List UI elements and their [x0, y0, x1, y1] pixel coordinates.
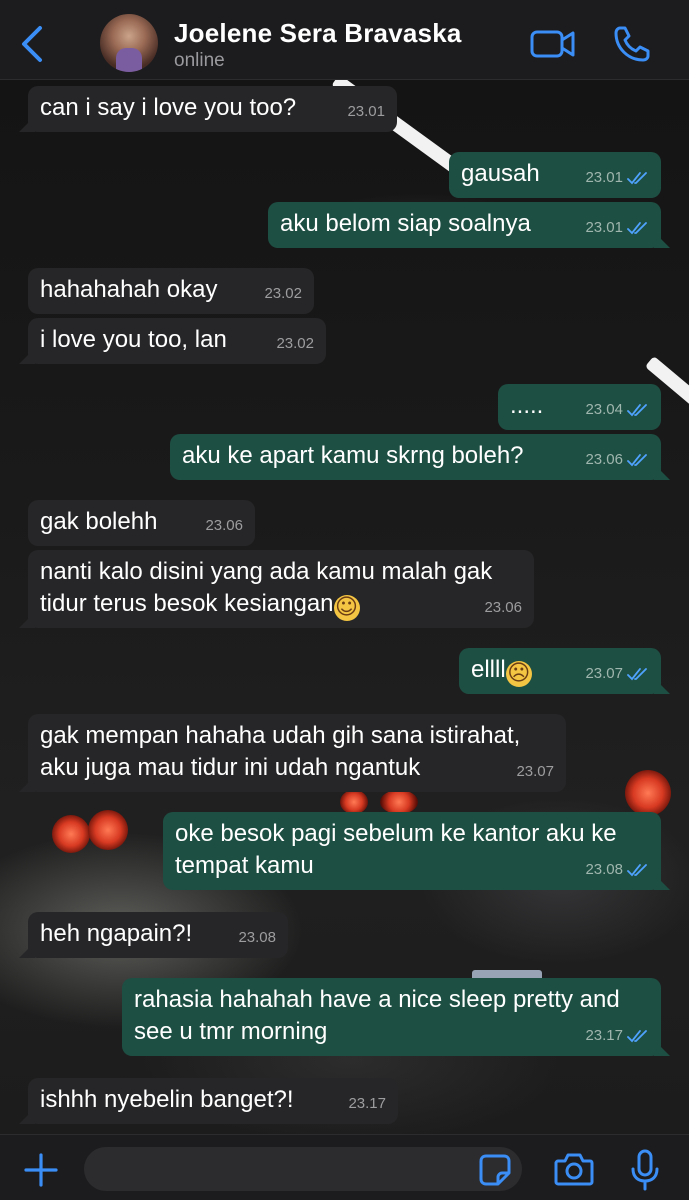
contact-status: online: [174, 50, 225, 71]
message-meta: 23.17: [585, 1020, 649, 1052]
message-meta: 23.04: [585, 394, 649, 426]
message-meta: 23.01: [585, 162, 649, 194]
double-check-icon: [627, 454, 647, 467]
message-meta: 23.17: [348, 1088, 386, 1120]
message-bubble-incoming[interactable]: gak bolehh 23.06: [28, 500, 255, 546]
message-time: 23.07: [516, 763, 554, 780]
message-text: can i say i love you too?: [40, 94, 297, 121]
message-bubble-incoming[interactable]: hahahahah okay 23.02: [28, 268, 314, 314]
back-chevron-icon[interactable]: [16, 24, 50, 64]
message-time: 23.06: [484, 599, 522, 616]
double-check-icon: [627, 222, 647, 235]
message-bubble-incoming[interactable]: heh ngapain?! 23.08: [28, 912, 288, 958]
message-bubble-outgoing[interactable]: ..... 23.04: [498, 384, 661, 430]
double-check-icon: [627, 1030, 647, 1043]
message-meta: 23.06: [484, 592, 522, 624]
phone-call-icon[interactable]: [612, 24, 652, 64]
message-text: hahahahah okay: [40, 276, 218, 303]
message-time: 23.06: [205, 517, 243, 534]
frowning-face-emoji: ☹: [505, 661, 532, 687]
message-bubble-outgoing[interactable]: rahasia hahahah have a nice sleep pretty…: [122, 978, 661, 1056]
message-time: 23.02: [264, 285, 302, 302]
message-meta: 23.01: [585, 212, 649, 244]
message-meta: 23.02: [264, 278, 302, 310]
message-meta: 23.01: [347, 96, 385, 128]
message-text: aku ke apart kamu skrng boleh?: [182, 442, 524, 469]
microphone-icon[interactable]: [630, 1149, 660, 1191]
message-time: 23.08: [238, 929, 276, 946]
message-meta: 23.06: [585, 444, 649, 476]
message-input[interactable]: [84, 1147, 522, 1191]
message-bubble-outgoing[interactable]: ellll☹ 23.07: [459, 648, 661, 694]
message-text: nanti kalo disini yang ada kamu malah ga…: [40, 558, 493, 621]
contact-name[interactable]: Joelene Sera Bravaska: [174, 18, 462, 49]
double-check-icon: [627, 668, 647, 681]
message-bubble-incoming[interactable]: i love you too, lan 23.02: [28, 318, 326, 364]
sticker-icon[interactable]: [478, 1153, 512, 1187]
message-meta: 23.07: [585, 658, 649, 690]
message-meta: 23.07: [516, 756, 554, 788]
message-time: 23.01: [585, 219, 623, 236]
double-check-icon: [627, 172, 647, 185]
message-bubble-outgoing[interactable]: aku belom siap soalnya 23.01: [268, 202, 661, 248]
composer-bar: [0, 1134, 689, 1200]
video-call-icon[interactable]: [530, 26, 576, 62]
message-time: 23.17: [348, 1095, 386, 1112]
message-meta: 23.08: [238, 922, 276, 954]
message-text: oke besok pagi sebelum ke kantor aku ke …: [175, 820, 617, 879]
smiling-face-emoji: ☺: [333, 595, 360, 621]
message-time: 23.06: [585, 451, 623, 468]
message-time: 23.07: [585, 665, 623, 682]
message-bubble-incoming[interactable]: nanti kalo disini yang ada kamu malah ga…: [28, 550, 534, 628]
message-text: ishhh nyebelin banget?!: [40, 1086, 294, 1113]
message-list[interactable]: can i say i love you too? 23.01 gausah 2…: [0, 80, 689, 1134]
message-text: i love you too, lan: [40, 326, 227, 353]
message-time: 23.01: [585, 169, 623, 186]
message-time: 23.17: [585, 1027, 623, 1044]
message-bubble-incoming[interactable]: gak mempan hahaha udah gih sana istiraha…: [28, 714, 566, 792]
message-time: 23.01: [347, 103, 385, 120]
message-time: 23.08: [585, 861, 623, 878]
message-bubble-outgoing[interactable]: gausah 23.01: [449, 152, 661, 198]
plus-icon[interactable]: [22, 1151, 60, 1189]
message-meta: 23.08: [585, 854, 649, 886]
message-bubble-outgoing[interactable]: oke besok pagi sebelum ke kantor aku ke …: [163, 812, 661, 890]
camera-icon[interactable]: [554, 1151, 594, 1187]
message-time: 23.04: [585, 401, 623, 418]
message-text: rahasia hahahah have a nice sleep pretty…: [134, 986, 620, 1045]
message-bubble-incoming[interactable]: can i say i love you too? 23.01: [28, 86, 397, 132]
message-bubble-outgoing[interactable]: aku ke apart kamu skrng boleh? 23.06: [170, 434, 661, 480]
message-time: 23.02: [276, 335, 314, 352]
double-check-icon: [627, 404, 647, 417]
contact-avatar[interactable]: [100, 14, 158, 72]
message-meta: 23.06: [205, 510, 243, 542]
double-check-icon: [627, 864, 647, 877]
chat-header: Joelene Sera Bravaska online: [0, 0, 689, 80]
message-text: gak mempan hahaha udah gih sana istiraha…: [40, 722, 521, 781]
message-bubble-incoming[interactable]: ishhh nyebelin banget?! 23.17: [28, 1078, 398, 1124]
message-meta: 23.02: [276, 328, 314, 360]
